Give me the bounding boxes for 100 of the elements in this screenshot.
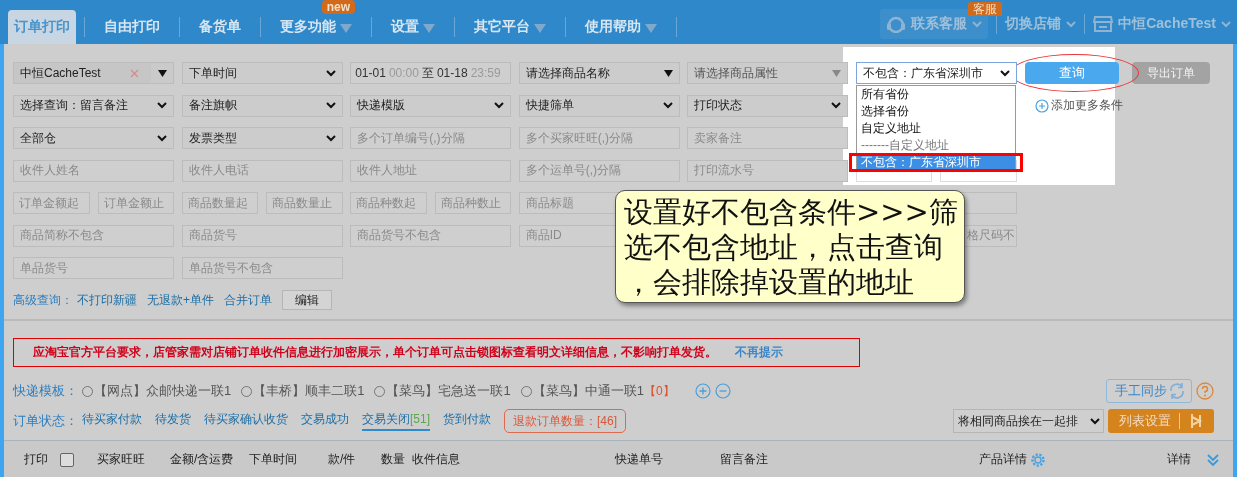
dropdown-option[interactable]: 所有省份 [856, 86, 1015, 103]
store-icon [1093, 15, 1114, 33]
dropdown-select[interactable]: 打印状态 [687, 94, 849, 117]
column-header: 详情 [1167, 451, 1191, 468]
dropdown-select[interactable]: 全部仓 [13, 127, 174, 149]
status-tab[interactable]: 货到付款 [443, 411, 491, 431]
gear-icon [1030, 451, 1046, 468]
add-condition-link[interactable]: 添加更多条件 [1024, 94, 1208, 117]
input-field[interactable]: 商品简称不包含 [13, 224, 174, 247]
radio-option[interactable]: 【网点】众邮快递一联1 [82, 382, 232, 400]
status-tab[interactable]: 交易成功 [301, 411, 349, 431]
input-field[interactable]: 收件人电话 [181, 159, 343, 182]
input-field[interactable]: 收件人姓名 [13, 159, 174, 182]
dropdown-select[interactable]: 发票类型 [181, 127, 343, 149]
province-select[interactable]: 不包含：广东省深圳市 [855, 62, 1017, 84]
dropdown-select[interactable]: 快捷筛单 [518, 94, 680, 117]
chevron-icon [1090, 417, 1100, 425]
chevron-icon [157, 102, 167, 109]
input-field[interactable]: 卖家备注 [687, 127, 849, 149]
input-field[interactable]: 订单金额起 [13, 192, 90, 214]
remove-icon [714, 383, 731, 399]
input-field[interactable]: 商品数量止 [266, 192, 343, 214]
refund-count-button[interactable]: 退款订单数量：[46] [504, 409, 627, 433]
dropdown-select[interactable]: 快递模版 [350, 94, 512, 117]
chevron-icon [1066, 20, 1077, 28]
double-chevron-icon [1206, 452, 1220, 467]
caret-icon [645, 23, 657, 33]
input-field[interactable]: 单品货号不包含 [181, 257, 343, 279]
caret-icon [423, 23, 435, 33]
input-field[interactable]: 单品货号 [13, 257, 174, 279]
column-header: 打印 [24, 451, 48, 468]
column-header: 收件信息 [412, 451, 460, 468]
radio-option[interactable]: 【菜鸟】宅急送一联1 [374, 382, 511, 400]
nav-tab[interactable]: 使用帮助 [574, 10, 668, 44]
radio-option[interactable]: 【丰桥】顺丰二联1 [241, 382, 365, 400]
chevron-icon [831, 102, 842, 109]
account-menu[interactable]: 中恒CacheTest [1093, 15, 1231, 33]
filter-link[interactable]: 不打印新疆 [77, 291, 137, 309]
input-field[interactable]: 商品货号不包含 [350, 224, 512, 247]
chevron-icon [999, 69, 1010, 77]
nav-tab[interactable]: 订单打印 [8, 10, 76, 44]
column-header: 下单时间 [249, 451, 297, 468]
chevron-icon [662, 102, 673, 109]
input-field[interactable]: 打印流水号 [687, 159, 849, 182]
plus-circle-icon [1034, 98, 1049, 113]
nav-tab[interactable]: 自由打印 [93, 10, 171, 44]
dropdown-select[interactable]: 备注旗帜 [181, 94, 343, 117]
dismiss-link[interactable]: 不再提示 [735, 344, 783, 361]
template-label: 快递模板： [13, 382, 78, 400]
status-tab[interactable]: 待买家付款 [82, 411, 142, 431]
nav-tab[interactable]: 备货单 [188, 10, 252, 44]
input-field[interactable]: 多个买家旺旺(,)分隔 [518, 127, 680, 149]
status-tab[interactable]: 待买家确认收货 [204, 411, 288, 431]
column-header: 留言备注 [720, 451, 768, 468]
filter-link[interactable]: 合并订单 [224, 291, 272, 309]
radio-option[interactable]: 【菜鸟】中通一联1 [520, 382, 644, 400]
chevron-icon [157, 134, 167, 142]
nav-tab[interactable]: 设置 [380, 10, 446, 44]
input-field[interactable]: 收件人地址 [350, 159, 512, 182]
advanced-query-label: 高级查询： [13, 291, 73, 309]
input-field[interactable]: 商品种数起 [350, 192, 427, 214]
template-count: 【0】 [643, 382, 675, 400]
dropdown-option: -------自定义地址 [856, 137, 1015, 154]
new-badge: new [321, 0, 355, 14]
column-header: 快递单号 [615, 451, 663, 468]
column-header: 数量 [381, 451, 405, 468]
dropdown-select[interactable]: 选择查询：留言备注 [13, 94, 174, 117]
input-field[interactable]: 订单金额止 [97, 192, 174, 214]
dropdown-option[interactable]: 自定义地址 [856, 120, 1015, 137]
nav-tab[interactable]: 其它平台 [463, 10, 557, 44]
sync-button[interactable]: 手工同步 [1106, 379, 1192, 403]
callout-tooltip: 设置好不包含条件>>>筛选不包含地址，点击查询，会排除掉设置的地址 [615, 190, 965, 303]
input-field[interactable]: 商品货号 [181, 224, 343, 247]
query-button[interactable]: 查询 [1024, 62, 1119, 84]
select-all-checkbox[interactable] [60, 452, 74, 467]
edit-button[interactable]: 编辑 [282, 290, 332, 310]
input-field[interactable]: 商品数量起 [181, 192, 259, 214]
headset-icon [886, 15, 907, 33]
chevron-icon [325, 102, 336, 109]
input-field[interactable]: 多个运单号(,)分隔 [518, 159, 680, 182]
caret-icon [340, 23, 352, 33]
caret-icon [157, 69, 167, 77]
switch-store-button[interactable]: 切换店铺 [1005, 15, 1077, 33]
column-header: 产品详情 [979, 451, 1027, 468]
dropdown-select[interactable]: 请选择商品名称 [518, 62, 680, 84]
status-tab[interactable]: 待发货 [155, 411, 191, 431]
shop-select[interactable]: 中恒CacheTest [13, 62, 174, 84]
status-tab[interactable]: 交易关闭[51] [362, 411, 430, 431]
filter-link[interactable]: 无退款+单件 [147, 291, 214, 309]
column-header: 金额/含运费 [170, 451, 234, 468]
notice-text: 应淘宝官方平台要求，店管家需对店铺订单收件信息进行加密展示，单个订单可点击锁图标查看明文详细信息，不影响打单发货。 [33, 344, 717, 361]
add-icon [694, 383, 711, 399]
sort-select[interactable]: 将相同商品挨在一起排 [953, 409, 1104, 433]
chevron-icon [972, 20, 983, 28]
status-label: 订单状态： [13, 412, 78, 430]
list-settings-button[interactable]: 列表设置 [1108, 409, 1214, 433]
input-field[interactable]: 多个订单编号(,)分隔 [350, 127, 512, 149]
dropdown-select[interactable]: 下单时间 [181, 62, 343, 84]
input-field[interactable]: 商品种数止 [434, 192, 512, 214]
dropdown-option[interactable]: 选择省份 [856, 103, 1015, 120]
